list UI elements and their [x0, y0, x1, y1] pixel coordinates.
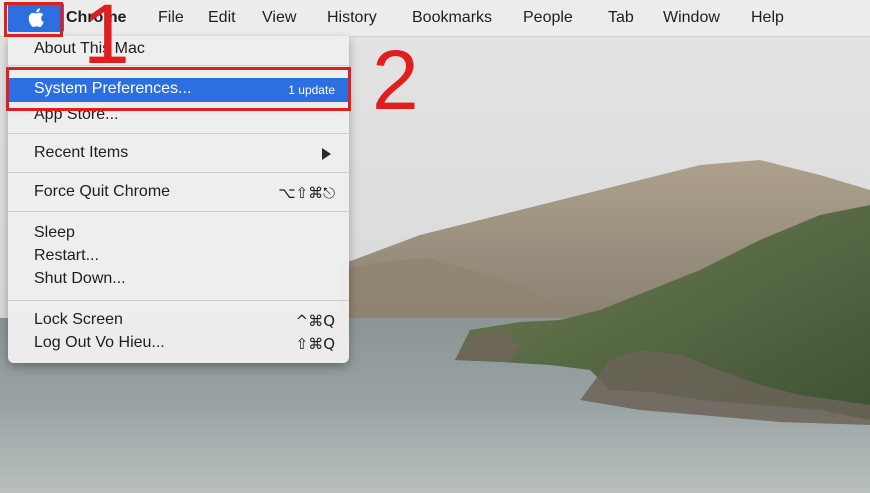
- menu-item-lock-screen[interactable]: Lock Screen ^⌘Q: [8, 309, 349, 333]
- menu-bookmarks[interactable]: Bookmarks: [412, 9, 492, 27]
- menu-file[interactable]: File: [158, 9, 184, 27]
- menu-view[interactable]: View: [262, 9, 296, 27]
- menu-item-label: Sleep: [34, 224, 75, 241]
- menu-item-log-out[interactable]: Log Out Vo Hieu... ⇧⌘Q: [8, 332, 349, 356]
- menu-tab[interactable]: Tab: [608, 9, 634, 27]
- menu-item-restart[interactable]: Restart...: [8, 245, 349, 269]
- submenu-arrow-icon: [322, 148, 331, 160]
- menu-item-label: Recent Items: [34, 144, 129, 161]
- menu-history[interactable]: History: [327, 9, 377, 27]
- annotation-number-step1: 1: [83, 0, 130, 81]
- menu-item-sleep[interactable]: Sleep: [8, 222, 349, 246]
- menu-separator: [8, 133, 349, 134]
- menu-item-label: Restart...: [34, 247, 99, 264]
- menu-item-label: Force Quit Chrome: [34, 183, 171, 200]
- menu-item-label: Shut Down...: [34, 270, 126, 287]
- menu-separator: [8, 300, 349, 301]
- menu-separator: [8, 172, 349, 173]
- menu-edit[interactable]: Edit: [208, 9, 236, 27]
- menu-separator: [8, 211, 349, 212]
- menu-people[interactable]: People: [523, 9, 573, 27]
- menu-item-force-quit[interactable]: Force Quit Chrome ⌥⇧⌘⎋: [8, 181, 349, 205]
- annotation-box-step2: [6, 67, 351, 111]
- menu-separator: [8, 65, 349, 66]
- menu-item-label: Lock Screen: [34, 311, 123, 328]
- shortcut-label: ^⌘Q: [295, 312, 335, 330]
- menu-help[interactable]: Help: [751, 9, 784, 27]
- annotation-box-step1: [4, 2, 63, 37]
- menu-bar: Chrome File Edit View History Bookmarks …: [0, 0, 870, 37]
- shortcut-label: ⌥⇧⌘⎋: [278, 184, 335, 202]
- shortcut-label: ⇧⌘Q: [295, 335, 335, 353]
- menu-item-shut-down[interactable]: Shut Down...: [8, 268, 349, 292]
- annotation-number-step2: 2: [372, 33, 419, 127]
- menu-window[interactable]: Window: [663, 9, 720, 27]
- menu-item-label: Log Out Vo Hieu...: [34, 334, 165, 351]
- menu-item-recent-items[interactable]: Recent Items: [8, 142, 349, 166]
- menu-item-about-this-mac[interactable]: About This Mac: [8, 38, 349, 62]
